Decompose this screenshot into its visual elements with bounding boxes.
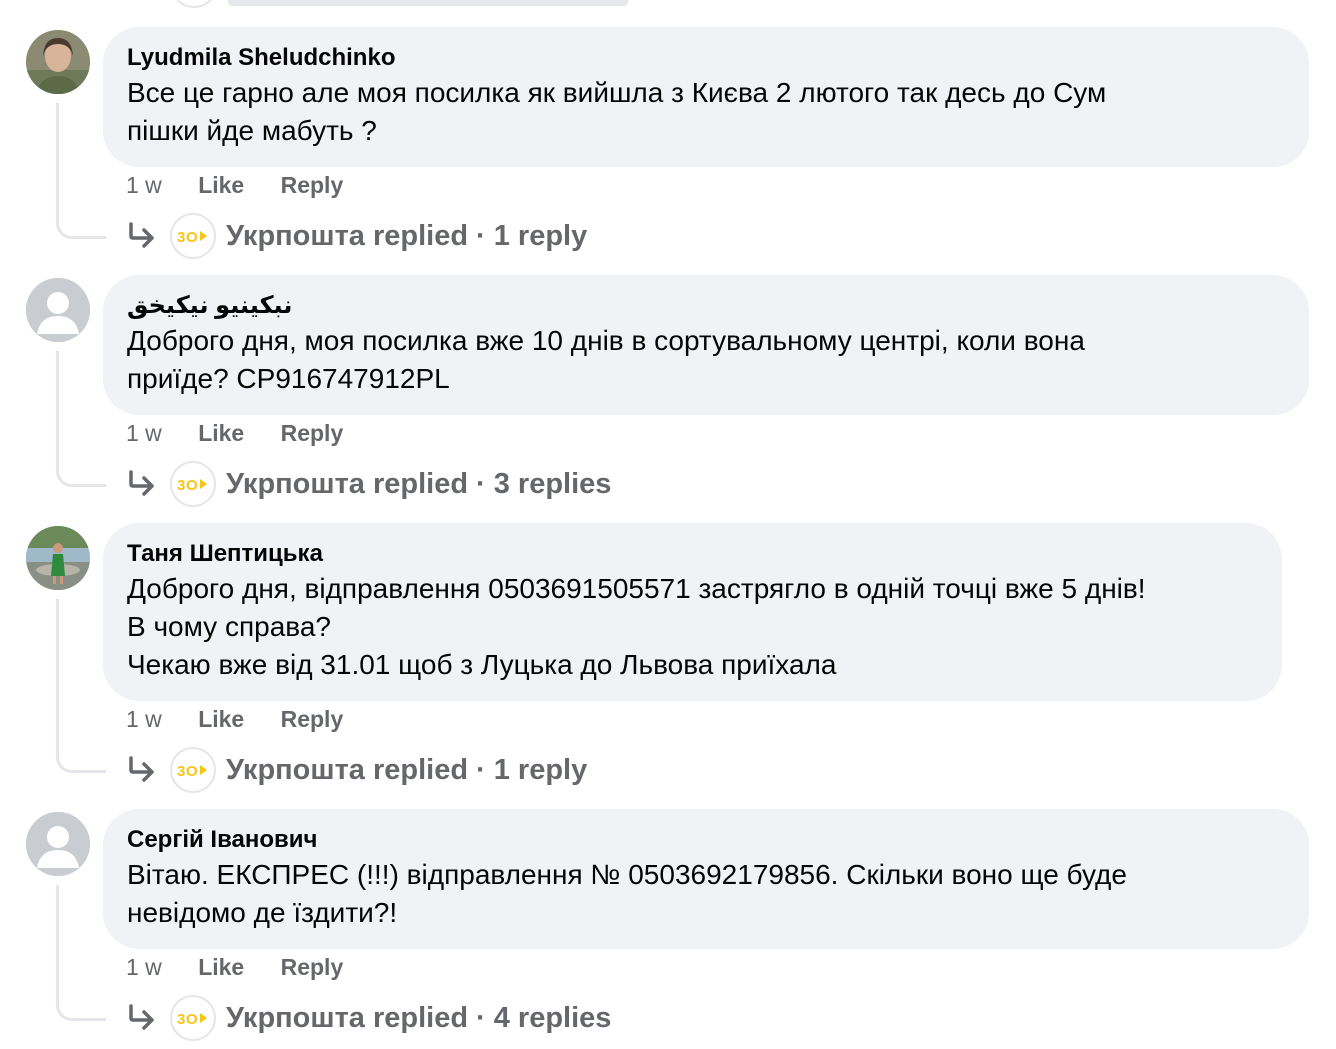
- reply-arrow-icon: [129, 1004, 154, 1030]
- like-button[interactable]: Like: [198, 706, 244, 732]
- comment-timestamp[interactable]: 1 w: [126, 172, 162, 198]
- svg-text:3: 3: [177, 1011, 185, 1028]
- comment-text-line: невідомо де їздити?!: [127, 897, 398, 928]
- avatar[interactable]: [26, 526, 90, 590]
- reply-button[interactable]: Reply: [281, 172, 344, 198]
- reply-count: 1 reply: [493, 754, 588, 786]
- svg-text:O: O: [186, 229, 198, 246]
- reply-count: 3 replies: [493, 468, 612, 500]
- separator-dot: ·: [476, 468, 486, 500]
- comment-actions: 1 w Like Reply: [126, 418, 373, 448]
- replied-by-label: Укрпошта replied: [226, 468, 469, 500]
- svg-text:O: O: [186, 763, 198, 780]
- like-button[interactable]: Like: [198, 420, 244, 446]
- comment-author[interactable]: نبكينيو نيكيخق: [127, 290, 1285, 322]
- comment-text: Все це гарно але моя посилка як вийшла з…: [127, 74, 1285, 150]
- svg-text:3: 3: [177, 763, 185, 780]
- replied-by-label: Укрпошта replied: [226, 754, 469, 786]
- comment-text: Вітаю. ЕКСПРЕС (!!!) відправлення № 0503…: [127, 856, 1285, 932]
- thread-connector: [56, 351, 106, 487]
- reply-button[interactable]: Reply: [281, 420, 344, 446]
- comment-timestamp[interactable]: 1 w: [126, 954, 162, 980]
- thread-connector: [56, 103, 106, 239]
- view-replies-link[interactable]: 3 O Укрпошта replied · 4 replies: [126, 994, 611, 1042]
- comment-bubble: Lyudmila Sheludchinko Все це гарно але м…: [103, 27, 1309, 167]
- reply-button[interactable]: Reply: [281, 954, 344, 980]
- user-photo: [26, 30, 90, 94]
- comment-text-line: приїде? CP916747912PL: [127, 363, 450, 394]
- comment-text-line: Чекаю вже від 31.01 щоб з Луцька до Льво…: [127, 649, 837, 680]
- avatar[interactable]: [26, 278, 90, 342]
- svg-text:3: 3: [177, 477, 185, 494]
- comment-bubble: Сергій Іванович Вітаю. ЕКСПРЕС (!!!) від…: [103, 809, 1309, 949]
- separator-dot: ·: [476, 220, 486, 252]
- comment-text-line: пішки йде мабуть ?: [127, 115, 377, 146]
- ukrposhta-logo-icon: 3 O: [177, 763, 207, 780]
- replied-by-label: Укрпошта replied: [226, 1002, 469, 1034]
- ukrposhta-avatar: 3 O: [170, 213, 216, 259]
- ukrposhta-avatar: 3 O: [170, 995, 216, 1041]
- ukrposhta-logo-icon: 3 O: [177, 1011, 207, 1028]
- comment-author[interactable]: Lyudmila Sheludchinko: [127, 42, 1285, 74]
- thread-connector: [56, 599, 106, 773]
- ukrposhta-avatar: 3 O: [170, 461, 216, 507]
- cropped-page-avatar: [170, 0, 218, 8]
- thread-connector: [56, 885, 106, 1021]
- reply-arrow-icon: [129, 756, 154, 782]
- default-avatar-icon: [26, 812, 90, 876]
- comment-timestamp[interactable]: 1 w: [126, 420, 162, 446]
- comment-author[interactable]: Таня Шептицька: [127, 538, 1258, 570]
- reply-count: 4 replies: [493, 1002, 612, 1034]
- like-button[interactable]: Like: [198, 172, 244, 198]
- comment-author[interactable]: Сергій Іванович: [127, 824, 1285, 856]
- comment-bubble: نبكينيو نيكيخق Доброго дня, моя посилка …: [103, 275, 1309, 415]
- view-replies-link[interactable]: 3 O Укрпошта replied · 1 reply: [126, 746, 587, 794]
- comments-feed: Lyudmila Sheludchinko Все це гарно але м…: [0, 0, 1336, 1049]
- comment-text: Доброго дня, моя посилка вже 10 днів в с…: [127, 322, 1285, 398]
- like-button[interactable]: Like: [198, 954, 244, 980]
- comment-text: Доброго дня, відправлення 0503691505571 …: [127, 570, 1258, 684]
- comment-text-line: Все це гарно але моя посилка як вийшла з…: [127, 77, 1107, 108]
- avatar[interactable]: [26, 30, 90, 94]
- comment-text-line: Доброго дня, відправлення 0503691505571 …: [127, 573, 1146, 604]
- separator-dot: ·: [476, 754, 486, 786]
- comment-bubble: Таня Шептицька Доброго дня, відправлення…: [103, 523, 1282, 701]
- svg-text:O: O: [186, 477, 198, 494]
- user-photo: [26, 526, 90, 590]
- avatar[interactable]: [26, 812, 90, 876]
- reply-arrow-icon: [129, 222, 154, 248]
- replied-by-label: Укрпошта replied: [226, 220, 469, 252]
- comment-text-line: Вітаю. ЕКСПРЕС (!!!) відправлення № 0503…: [127, 859, 1127, 890]
- cropped-replies-row: [228, 0, 628, 6]
- ukrposhta-logo-icon: 3 O: [177, 229, 207, 246]
- ukrposhta-avatar: 3 O: [170, 747, 216, 793]
- comment-actions: 1 w Like Reply: [126, 170, 373, 200]
- view-replies-link[interactable]: 3 O Укрпошта replied · 1 reply: [126, 212, 587, 260]
- reply-button[interactable]: Reply: [281, 706, 344, 732]
- svg-text:O: O: [186, 1011, 198, 1028]
- ukrposhta-logo-icon: 3 O: [177, 477, 207, 494]
- comment-timestamp[interactable]: 1 w: [126, 706, 162, 732]
- comment-actions: 1 w Like Reply: [126, 952, 373, 982]
- separator-dot: ·: [476, 1002, 486, 1034]
- default-avatar-icon: [26, 278, 90, 342]
- view-replies-link[interactable]: 3 O Укрпошта replied · 3 replies: [126, 460, 611, 508]
- reply-count: 1 reply: [493, 220, 588, 252]
- svg-text:3: 3: [177, 229, 185, 246]
- comment-text-line: В чому справа?: [127, 611, 331, 642]
- comment-text-line: Доброго дня, моя посилка вже 10 днів в с…: [127, 325, 1085, 356]
- comment-actions: 1 w Like Reply: [126, 704, 373, 734]
- reply-arrow-icon: [129, 470, 154, 496]
